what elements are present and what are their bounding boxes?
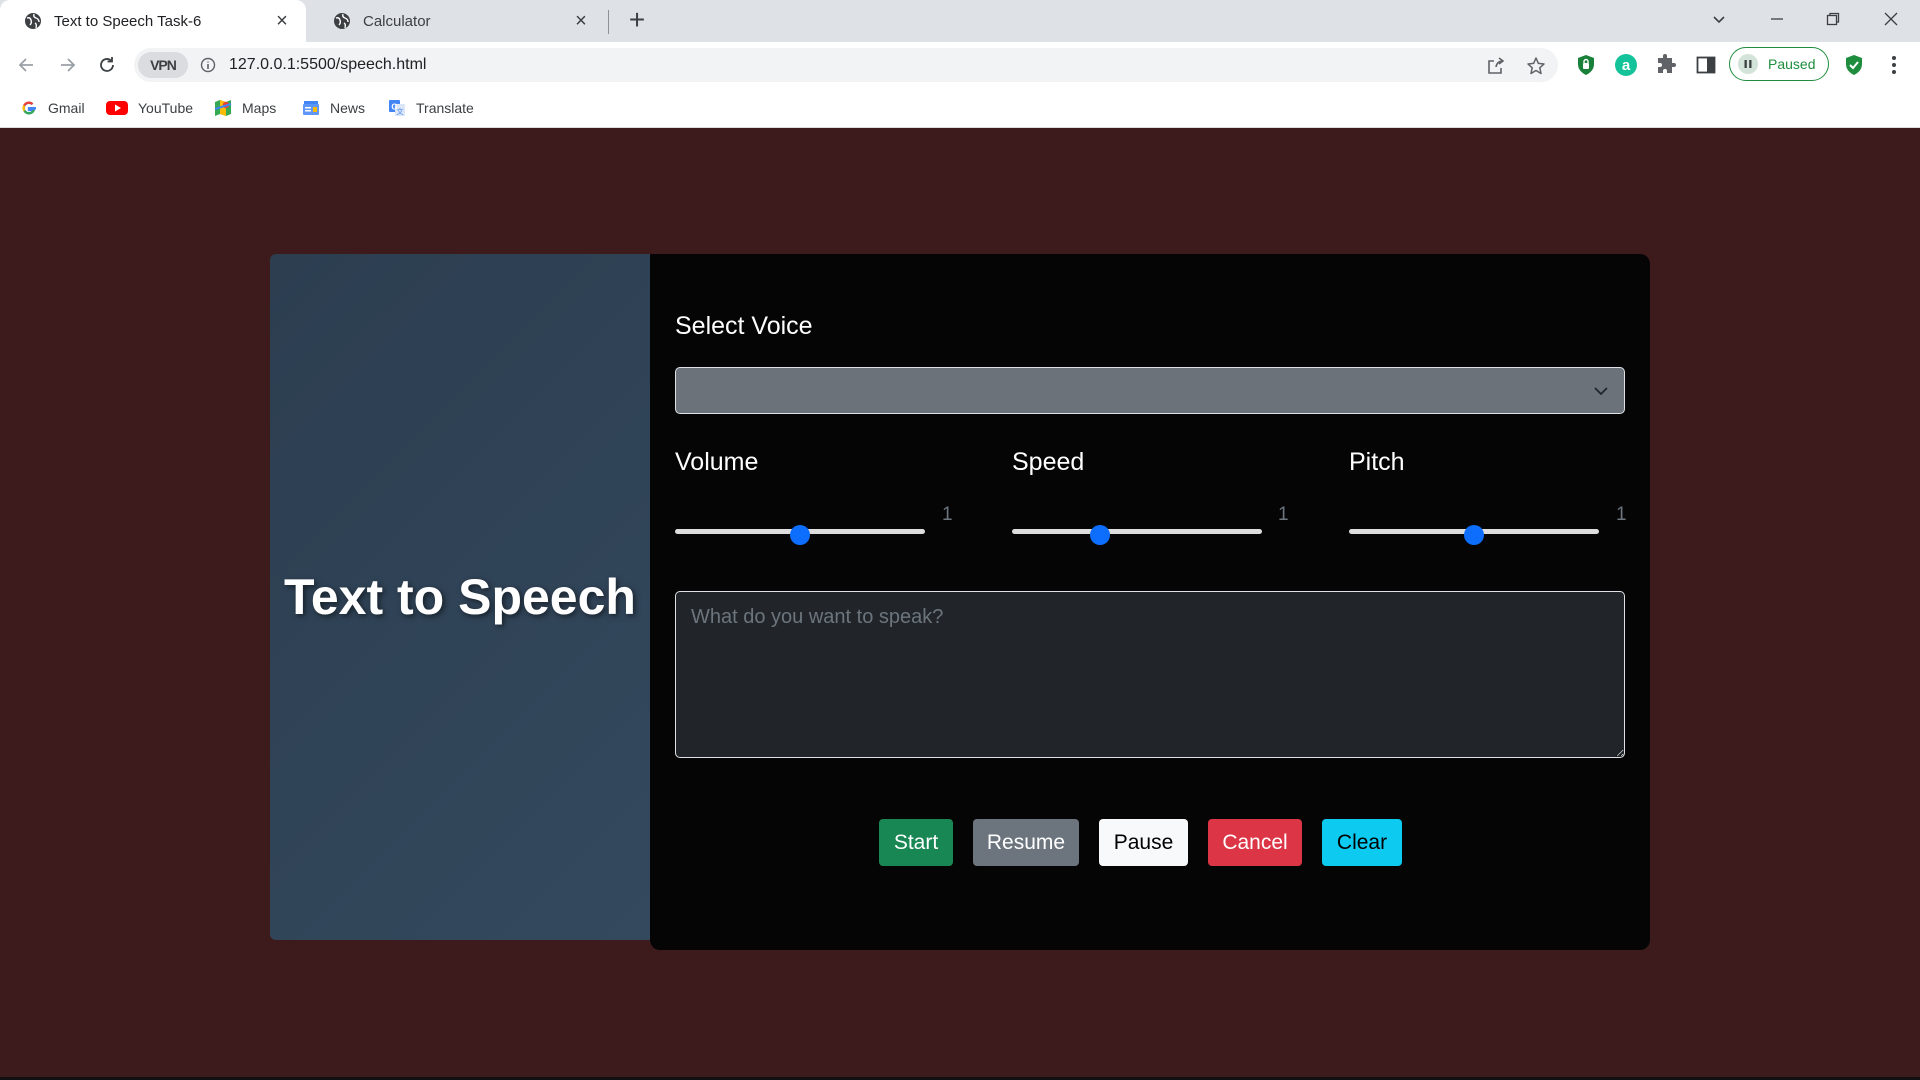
volume-slider[interactable] (675, 519, 925, 545)
vpn-badge[interactable]: VPN (138, 52, 188, 78)
bookmark-news[interactable]: News (302, 96, 365, 120)
resume-button[interactable]: Resume (973, 819, 1079, 866)
browser-toolbar: VPN 127.0.0.1:5500/speech.html a Paused (0, 42, 1920, 88)
speed-slider[interactable] (1012, 519, 1262, 545)
profile-status-label: Paused (1768, 56, 1816, 72)
share-icon[interactable] (1486, 56, 1506, 76)
forward-icon[interactable] (52, 50, 82, 80)
tab-text-to-speech[interactable]: Text to Speech Task-6 × (0, 0, 306, 42)
grammar-extension-icon[interactable]: a (1614, 53, 1638, 77)
tab-strip: Text to Speech Task-6 × Calculator × + (0, 0, 1920, 42)
minimize-icon[interactable] (1752, 0, 1802, 38)
slider-thumb[interactable] (1089, 525, 1110, 545)
puzzle-icon[interactable] (1654, 53, 1678, 77)
bookmark-star-icon[interactable] (1526, 56, 1546, 76)
bookmark-label: Gmail (48, 100, 85, 116)
bookmark-label: Translate (416, 100, 474, 116)
bookmark-maps[interactable]: Maps (214, 96, 276, 120)
globe-icon (334, 13, 350, 29)
slider-thumb[interactable] (790, 525, 810, 545)
site-info-icon[interactable] (200, 57, 216, 73)
hero-panel: Text to Speech (270, 254, 650, 940)
google-icon (22, 101, 36, 115)
page-title: Text to Speech (284, 569, 636, 625)
restore-icon[interactable] (1808, 0, 1858, 38)
security-check-icon[interactable] (1842, 53, 1866, 77)
profile-paused-button[interactable]: Paused (1729, 47, 1829, 81)
news-icon (303, 101, 319, 115)
speed-value: 1 (1278, 504, 1289, 525)
tab-search-icon[interactable] (1694, 0, 1744, 38)
maps-icon (214, 100, 232, 116)
pitch-slider[interactable] (1349, 519, 1599, 545)
volume-value: 1 (942, 504, 953, 525)
speech-text-input[interactable] (675, 591, 1625, 758)
back-icon[interactable] (12, 50, 42, 80)
pitch-label: Pitch (1349, 448, 1405, 476)
pitch-value: 1 (1616, 504, 1627, 525)
bookmark-label: News (330, 100, 366, 116)
bookmarks-bar: Gmail YouTube Maps News G 文 Translate (0, 88, 1920, 128)
tab-title: Calculator (363, 12, 431, 30)
kebab-menu-icon[interactable] (1882, 53, 1906, 77)
bookmark-translate[interactable]: G 文 Translate (388, 96, 474, 120)
slider-track (1012, 529, 1262, 534)
chevron-down-icon (1594, 387, 1608, 396)
youtube-icon (106, 101, 128, 115)
reload-icon[interactable] (92, 50, 122, 80)
globe-icon (25, 13, 41, 29)
cancel-button[interactable]: Cancel (1208, 819, 1302, 866)
volume-label: Volume (675, 448, 759, 476)
select-voice-label: Select Voice (675, 312, 813, 340)
bookmark-gmail[interactable]: Gmail (20, 96, 85, 120)
close-tab-icon[interactable]: × (272, 11, 292, 31)
svg-text:a: a (1622, 57, 1631, 74)
translate-icon: G 文 (389, 100, 405, 116)
tab-calculator[interactable]: Calculator × (309, 0, 605, 42)
slider-thumb[interactable] (1464, 525, 1484, 545)
bookmark-youtube[interactable]: YouTube (106, 96, 193, 120)
tab-separator (608, 10, 609, 34)
pause-icon (1738, 54, 1758, 74)
start-button[interactable]: Start (879, 819, 953, 866)
svg-text:文: 文 (397, 107, 404, 116)
controls-panel: Select Voice Volume 1 Speed 1 Pitch 1 St… (650, 254, 1650, 950)
shield-lock-icon[interactable] (1574, 53, 1598, 77)
close-window-icon[interactable] (1866, 0, 1916, 38)
close-tab-icon[interactable]: × (571, 11, 591, 31)
voice-select[interactable] (675, 367, 1625, 414)
pause-button[interactable]: Pause (1099, 819, 1188, 866)
bookmark-label: YouTube (138, 100, 194, 116)
new-tab-button[interactable]: + (622, 6, 652, 36)
bookmark-label: Maps (242, 100, 277, 116)
speed-label: Speed (1012, 448, 1085, 476)
clear-button[interactable]: Clear (1322, 819, 1402, 866)
url-text: 127.0.0.1:5500/speech.html (229, 56, 427, 73)
side-panel-icon[interactable] (1694, 53, 1718, 77)
tab-title: Text to Speech Task-6 (54, 12, 202, 30)
address-bar[interactable]: VPN 127.0.0.1:5500/speech.html (134, 48, 1558, 82)
